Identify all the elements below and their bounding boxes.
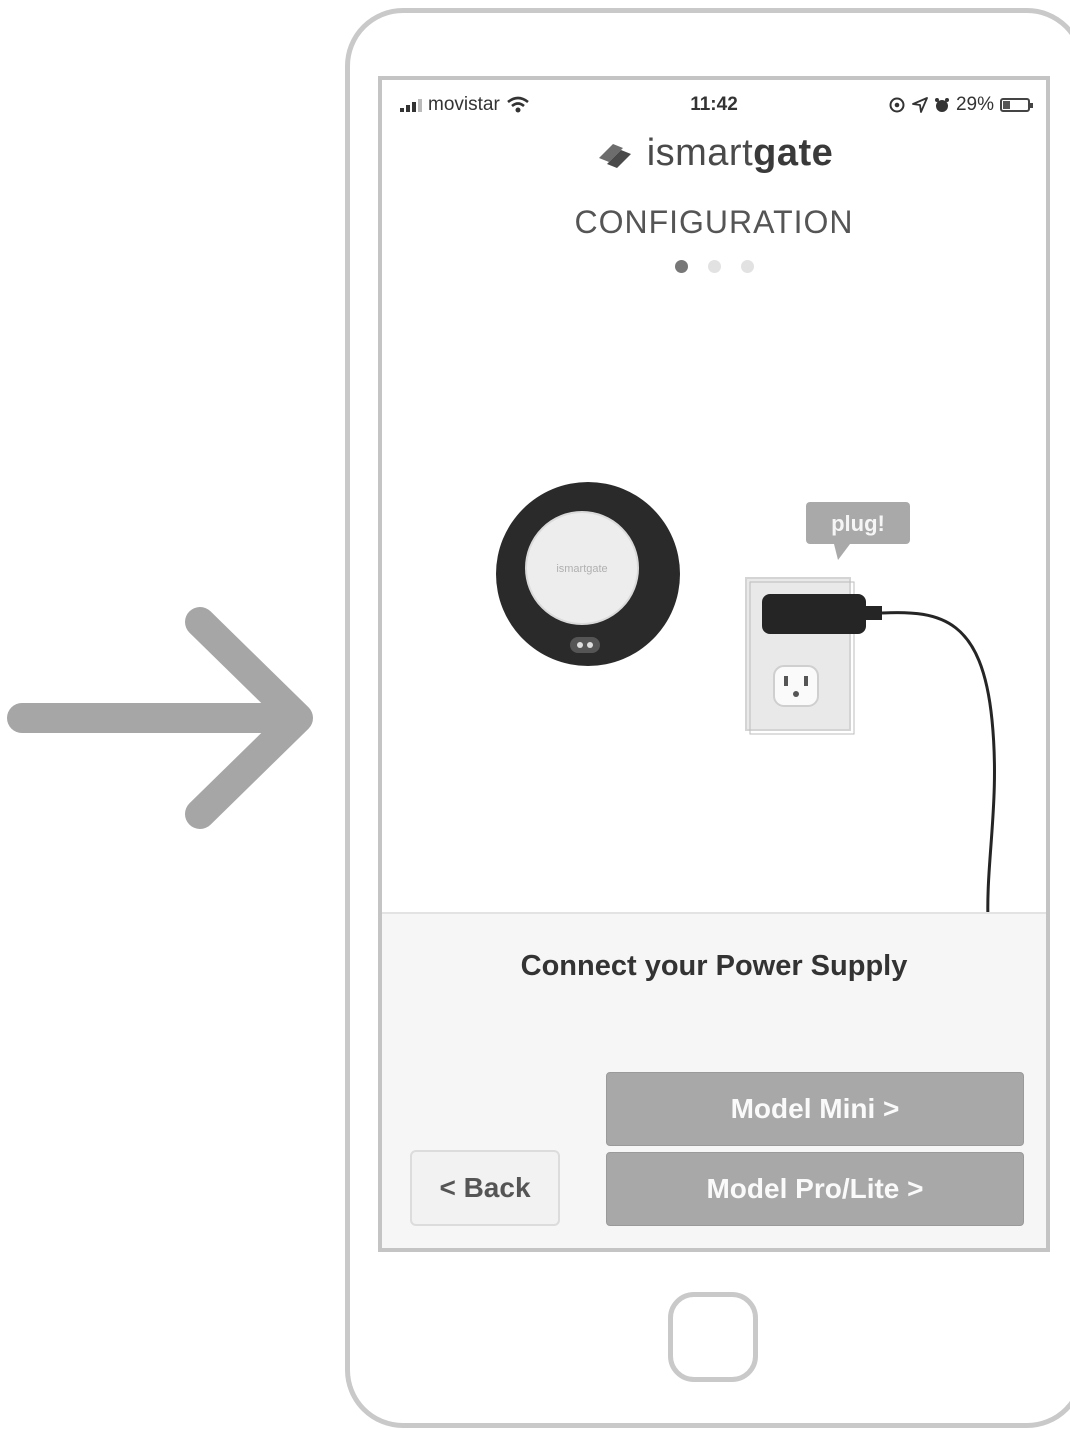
model-mini-button[interactable]: Model Mini > <box>606 1072 1024 1146</box>
power-supply-illustration: ismartgate plug! <box>496 482 996 920</box>
ismartgate-hub-image: ismartgate <box>496 482 680 666</box>
battery-icon <box>1000 98 1033 112</box>
arrow-right-icon <box>7 607 313 829</box>
model-pro-lite-button[interactable]: Model Pro/Lite > <box>606 1152 1024 1226</box>
rotation-lock-icon <box>889 97 905 113</box>
alarm-icon <box>934 98 949 112</box>
instruction-text: Connect your Power Supply <box>520 950 908 982</box>
step-dot <box>707 260 721 273</box>
bottom-panel: Connect your Power Supply Model Mini > M… <box>382 912 1046 1248</box>
page-title: CONFIGURATION <box>574 204 854 240</box>
ismartgate-logo-icon <box>598 143 631 168</box>
status-bar: movistar 11:42 29% <box>382 90 1046 120</box>
logo-suffix: gate <box>753 132 834 174</box>
speech-bubble: plug! <box>806 502 910 560</box>
battery-fill <box>1003 101 1010 109</box>
step-dot <box>740 260 754 273</box>
phone-screen: movistar 11:42 29% ismartgate CONFIGURAT… <box>378 76 1050 1252</box>
step-indicator <box>382 260 1046 273</box>
location-icon <box>912 97 928 113</box>
logo-prefix: ismart <box>646 132 754 174</box>
hub-label: ismartgate <box>556 563 607 575</box>
step-dot <box>674 260 688 273</box>
battery-percentage: 29% <box>955 94 994 115</box>
speech-bubble-text: plug! <box>831 511 885 536</box>
home-button[interactable] <box>668 1292 758 1382</box>
back-button[interactable]: < Back <box>410 1150 560 1226</box>
app-logo: ismartgate <box>382 132 1046 177</box>
